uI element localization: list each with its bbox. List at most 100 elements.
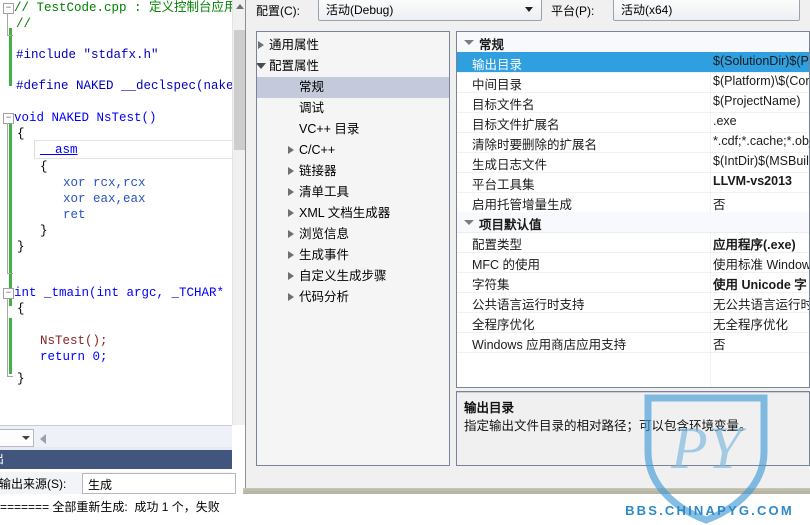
property-name: 平台工具集	[472, 178, 535, 192]
fold-guide-foot	[7, 273, 13, 274]
code-line: //	[16, 17, 32, 31]
property-row[interactable]: 启用托管增量生成 否	[457, 192, 809, 213]
fold-toggle-icon[interactable]: −	[3, 3, 14, 14]
fold-guide-foot	[7, 376, 13, 377]
scroll-up-arrow-icon[interactable]	[236, 4, 244, 9]
property-grid[interactable]: 常规输出目录 $(SolutionDir)$(Pl 中间目录 $(Platform)\…	[456, 31, 810, 388]
tree-item-label: XML 文档生成器	[299, 206, 391, 220]
code-line: NsTest();	[40, 334, 108, 348]
expander-collapsed-icon[interactable]	[288, 293, 294, 301]
dialog-bottom-shadow	[243, 488, 810, 494]
code-line: {	[17, 127, 25, 141]
property-name: 启用托管增量生成	[472, 198, 573, 212]
platform-value: 活动(x64)	[621, 3, 673, 17]
fold-toggle-icon[interactable]: −	[3, 113, 14, 124]
zoom-level-combo[interactable]: %	[0, 429, 34, 447]
property-row[interactable]: 平台工具集 LLVM-vs2013	[457, 172, 809, 193]
description-panel: 输出目录 指定输出文件目录的相对路径；可以包含环境变量。	[456, 391, 810, 466]
expander-collapsed-icon[interactable]	[288, 146, 294, 154]
expander-collapsed-icon[interactable]	[288, 188, 294, 196]
code-line: xor rcx,rcx	[63, 176, 146, 190]
settings-tree[interactable]: 通用属性 配置属性 常规 调试 VC++ 目录 C/C++ 链接器 清单工具 XML 文档生成器…	[256, 31, 450, 466]
tree-item-label: 配置属性	[269, 59, 320, 73]
property-category-row[interactable]: 常规	[457, 32, 809, 53]
expander-collapsed-icon[interactable]	[288, 209, 294, 217]
property-value[interactable]: $(Platform)\$(Cor	[713, 74, 809, 88]
tree-item-label: C/C++	[299, 143, 336, 157]
scroll-left-arrow-icon[interactable]	[40, 434, 46, 444]
property-row[interactable]: Windows 应用商店应用支持 否	[457, 332, 809, 353]
fold-toggle-icon[interactable]: −	[3, 288, 14, 299]
code-line: return 0;	[40, 350, 108, 364]
tree-item-label: 浏览信息	[299, 227, 350, 241]
expander-collapsed-icon[interactable]	[288, 272, 294, 280]
property-row[interactable]: 配置类型 应用程序(.exe)	[457, 232, 809, 253]
expander-expanded-icon[interactable]	[464, 220, 474, 225]
expander-expanded-icon[interactable]	[257, 63, 266, 69]
code-line: int _tmain(int argc, _TCHAR* arg	[14, 286, 232, 300]
fold-guide	[7, 13, 8, 35]
code-line: #define NAKED __declspec(naked)	[16, 79, 232, 93]
configuration-combo[interactable]: 活动(Debug)	[318, 0, 542, 21]
property-value[interactable]: 否	[713, 334, 726, 353]
property-value[interactable]: .exe	[713, 114, 737, 128]
expander-collapsed-icon[interactable]	[288, 251, 294, 259]
code-line: __asm	[40, 143, 78, 157]
property-row[interactable]: 生成日志文件 $(IntDir)$(MSBuild	[457, 152, 809, 173]
property-row[interactable]: 目标文件扩展名 .exe	[457, 112, 809, 133]
property-row[interactable]: 输出目录 $(SolutionDir)$(Pl	[457, 52, 809, 73]
property-value[interactable]: 应用程序(.exe)	[713, 234, 796, 253]
property-row[interactable]: MFC 的使用 使用标准 Window	[457, 252, 809, 273]
property-row[interactable]: 全程序优化 无全程序优化	[457, 312, 809, 333]
property-category-row[interactable]: 项目默认值	[457, 212, 809, 233]
code-line: }	[40, 224, 48, 238]
change-bar	[9, 28, 12, 86]
property-name: 清除时要删除的扩展名	[472, 138, 598, 152]
property-row[interactable]: 目标文件名 $(ProjectName)	[457, 92, 809, 113]
output-source-combo[interactable]: 生成	[82, 473, 236, 494]
output-source-label: 示输出来源(S):	[0, 477, 67, 491]
property-value[interactable]: 使用标准 Window	[713, 254, 809, 273]
property-value[interactable]: $(SolutionDir)$(Pl	[713, 54, 809, 68]
description-text: 指定输出文件目录的相对路径；可以包含环境变量。	[464, 419, 752, 433]
expander-expanded-icon[interactable]	[464, 40, 474, 45]
chevron-down-icon[interactable]	[22, 436, 30, 440]
property-row[interactable]: 中间目录 $(Platform)\$(Cor	[457, 72, 809, 93]
property-value[interactable]: $(ProjectName)	[713, 94, 801, 108]
tree-selection-highlight	[257, 77, 449, 98]
code-line: ret	[63, 208, 86, 222]
property-row[interactable]: 字符集 使用 Unicode 字	[457, 272, 809, 293]
property-pages-dialog[interactable]: 配置(C): 活动(Debug) 平台(P): 活动(x64) 通用属性 配置属性…	[245, 0, 810, 490]
tree-item-label: 调试	[299, 101, 325, 115]
divider	[457, 392, 809, 393]
property-value[interactable]: 无全程序优化	[713, 314, 788, 333]
change-bar	[9, 318, 12, 374]
expander-collapsed-icon[interactable]	[258, 41, 264, 49]
code-editor[interactable]: − − − // TestCode.cpp : 定义控制台应用 // #incl…	[0, 0, 232, 425]
editor-vertical-scrollbar[interactable]	[232, 0, 245, 425]
chevron-down-icon[interactable]	[525, 7, 533, 12]
property-name: 全程序优化	[472, 318, 535, 332]
code-line: {	[17, 302, 25, 316]
property-value[interactable]: $(IntDir)$(MSBuild	[713, 154, 809, 168]
code-line: {	[40, 160, 48, 174]
scrollbar-thumb[interactable]	[234, 30, 245, 150]
property-value[interactable]: 使用 Unicode 字	[713, 274, 807, 293]
platform-combo[interactable]: 活动(x64)	[613, 0, 800, 21]
watermark-text: BBS.CHINAPYG.COM	[625, 503, 794, 518]
property-value[interactable]: 无公共语言运行时	[713, 294, 809, 313]
code-line: }	[17, 240, 25, 254]
property-category-label: 项目默认值	[479, 218, 542, 232]
fold-guide	[7, 298, 8, 376]
property-row[interactable]: 清除时要删除的扩展名 *.cdf;*.cache;*.obj	[457, 132, 809, 153]
property-name: 输出目录	[472, 58, 523, 72]
property-value[interactable]: LLVM-vs2013	[713, 174, 792, 188]
output-log-line: ========= 全部重新生成: 成功 1 个，失败	[0, 500, 220, 514]
code-line: void NAKED NsTest()	[14, 111, 157, 125]
property-row[interactable]: 公共语言运行时支持 无公共语言运行时	[457, 292, 809, 313]
property-value[interactable]: *.cdf;*.cache;*.obj	[713, 134, 809, 148]
property-value[interactable]: 否	[713, 194, 726, 213]
expander-collapsed-icon[interactable]	[288, 167, 294, 175]
tree-item-label: 链接器	[299, 164, 337, 178]
expander-collapsed-icon[interactable]	[288, 230, 294, 238]
